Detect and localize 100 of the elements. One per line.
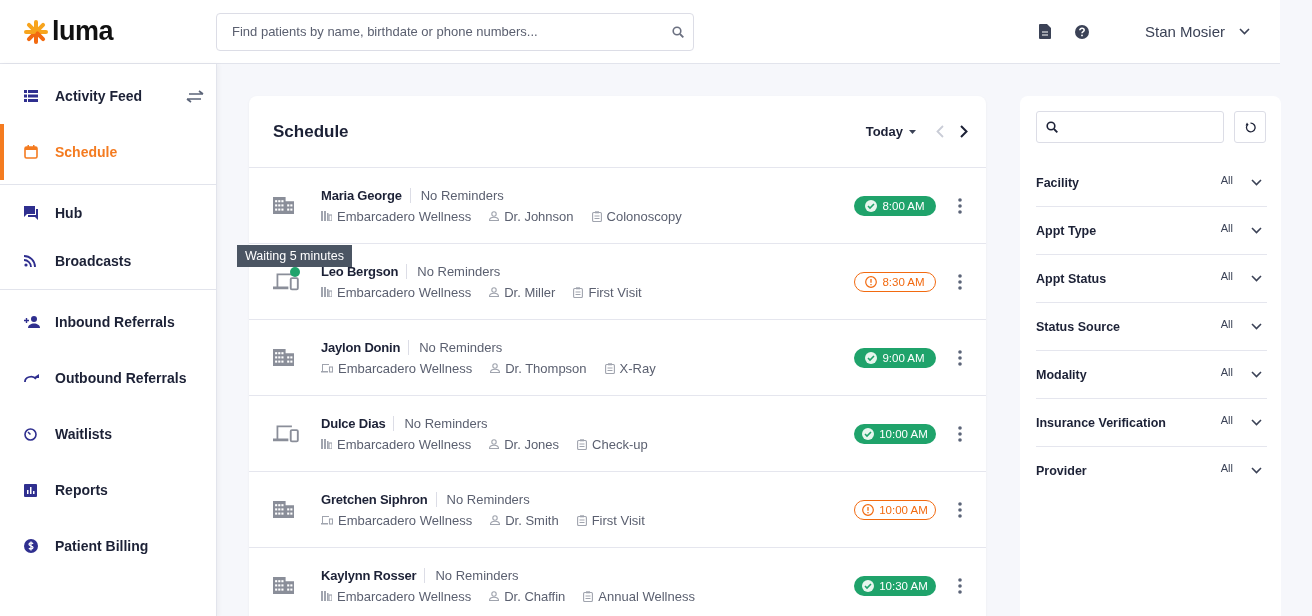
person-icon bbox=[490, 363, 501, 373]
sidebar-item[interactable]: Activity Feed bbox=[0, 68, 216, 124]
swap-arrows-icon[interactable] bbox=[186, 89, 204, 103]
sidebar-item[interactable]: Broadcasts bbox=[0, 237, 216, 285]
filter-row[interactable]: Modality All bbox=[1036, 351, 1267, 399]
building-icon bbox=[321, 439, 332, 449]
chevron-down-icon[interactable] bbox=[1239, 28, 1250, 35]
patient-name[interactable]: Leo Bergson bbox=[321, 263, 408, 279]
caret-icon bbox=[909, 129, 916, 134]
reminder-status: No Reminders bbox=[434, 567, 519, 583]
appointment-type: First Visit bbox=[588, 284, 642, 300]
patient-name[interactable]: Dulce Dias bbox=[321, 415, 395, 431]
chevron-down-icon[interactable] bbox=[1251, 179, 1262, 186]
clipboard-icon bbox=[576, 514, 587, 526]
filter-search-field[interactable] bbox=[1036, 111, 1224, 143]
building-icon bbox=[273, 348, 294, 367]
patient-name[interactable]: Jaylon Donin bbox=[321, 339, 410, 355]
filter-value: All bbox=[1220, 317, 1233, 330]
building-icon bbox=[273, 196, 294, 215]
appointment-type: Annual Wellness bbox=[598, 588, 695, 604]
sidebar-item[interactable]: Outbound Referrals bbox=[0, 350, 216, 406]
patient-name[interactable]: Kaylynn Rosser bbox=[321, 567, 426, 583]
check-circle-icon bbox=[862, 427, 875, 440]
patient-name[interactable]: Maria George bbox=[321, 187, 411, 203]
refresh-icon bbox=[1244, 121, 1256, 133]
building-icon bbox=[273, 500, 294, 519]
alert-circle-icon bbox=[862, 503, 875, 516]
chevron-down-icon[interactable] bbox=[1251, 467, 1262, 474]
patient-name[interactable]: Gretchen Siphron bbox=[321, 491, 437, 507]
document-icon[interactable] bbox=[1038, 24, 1051, 39]
chat-icon bbox=[24, 206, 38, 220]
clipboard-icon bbox=[591, 210, 602, 222]
filter-label: Appt Status bbox=[1036, 271, 1107, 286]
filter-row[interactable]: Provider All bbox=[1036, 447, 1267, 494]
appointment-time: 10:00 AM bbox=[854, 423, 936, 444]
appointment-time: 10:30 AM bbox=[854, 575, 936, 596]
check-circle-icon bbox=[865, 199, 878, 212]
clipboard-icon bbox=[583, 590, 594, 602]
filter-value: All bbox=[1220, 413, 1233, 426]
filter-row[interactable]: Appt Status All bbox=[1036, 255, 1267, 303]
alert-circle-icon bbox=[865, 275, 878, 288]
reminder-status: No Reminders bbox=[445, 491, 530, 507]
timer-icon bbox=[24, 427, 37, 441]
more-options-icon[interactable] bbox=[958, 197, 962, 214]
sidebar-item[interactable]: Inbound Referrals bbox=[0, 294, 216, 350]
chevron-down-icon[interactable] bbox=[1251, 275, 1262, 282]
device-icon bbox=[321, 363, 333, 373]
person-icon bbox=[489, 439, 500, 449]
calendar-icon bbox=[24, 145, 38, 159]
sidebar-item[interactable]: Reports bbox=[0, 462, 216, 518]
building-icon bbox=[321, 591, 332, 601]
patient-search-field[interactable]: Find patients by name, birthdate or phone numbers... bbox=[216, 12, 694, 51]
schedule-title: Schedule bbox=[273, 121, 349, 142]
sidebar-item[interactable]: Waitlists bbox=[0, 406, 216, 462]
device-icon bbox=[321, 515, 333, 525]
reminder-status: No Reminders bbox=[418, 339, 503, 355]
appointment-type: First Visit bbox=[591, 512, 645, 528]
search-icon bbox=[1046, 121, 1058, 133]
person-icon bbox=[490, 515, 501, 525]
check-circle-icon bbox=[862, 579, 875, 592]
filter-row[interactable]: Status Source All bbox=[1036, 303, 1267, 351]
clipboard-icon bbox=[604, 362, 615, 374]
chevron-down-icon[interactable] bbox=[1251, 371, 1262, 378]
reminder-status: No Reminders bbox=[416, 263, 501, 279]
date-dropdown[interactable]: Today bbox=[865, 124, 916, 139]
appointment-type: Check-up bbox=[592, 436, 648, 452]
help-icon[interactable] bbox=[1074, 24, 1089, 39]
chevron-down-icon[interactable] bbox=[1251, 227, 1262, 234]
clipboard-icon bbox=[577, 438, 588, 450]
filter-value: All bbox=[1220, 221, 1233, 234]
rss-icon bbox=[24, 255, 36, 267]
filter-row[interactable]: Facility All bbox=[1036, 159, 1267, 207]
filter-value: All bbox=[1220, 173, 1233, 186]
reset-button[interactable] bbox=[1234, 111, 1266, 143]
appointment-time: 9:00 AM bbox=[854, 347, 936, 368]
user-menu[interactable]: Stan Mosier bbox=[1144, 23, 1250, 40]
more-options-icon[interactable] bbox=[958, 577, 962, 594]
filter-label: Appt Type bbox=[1036, 223, 1097, 238]
sidebar-item[interactable]: Patient Billing bbox=[0, 518, 216, 574]
more-options-icon[interactable] bbox=[958, 501, 962, 518]
devices-icon bbox=[273, 424, 299, 443]
person-icon bbox=[489, 211, 500, 221]
person-icon bbox=[489, 287, 500, 297]
chevron-down-icon[interactable] bbox=[1251, 323, 1262, 330]
clipboard-icon bbox=[573, 286, 584, 298]
more-options-icon[interactable] bbox=[958, 273, 962, 290]
next-icon[interactable] bbox=[960, 125, 968, 138]
filter-row[interactable]: Insurance Verification All bbox=[1036, 399, 1267, 447]
chevron-down-icon[interactable] bbox=[1251, 419, 1262, 426]
facility-name: Embarcadero Wellness bbox=[338, 512, 473, 528]
provider-name: Dr. Thompson bbox=[505, 360, 587, 376]
reminder-status: No Reminders bbox=[403, 415, 488, 431]
more-options-icon[interactable] bbox=[958, 349, 962, 366]
check-circle-icon bbox=[865, 351, 878, 364]
list-icon bbox=[24, 90, 38, 102]
provider-name: Dr. Johnson bbox=[504, 208, 574, 224]
filter-row[interactable]: Appt Type All bbox=[1036, 207, 1267, 255]
more-options-icon[interactable] bbox=[958, 425, 962, 442]
sidebar-item[interactable]: Hub bbox=[0, 189, 216, 237]
logo-icon bbox=[24, 19, 48, 44]
